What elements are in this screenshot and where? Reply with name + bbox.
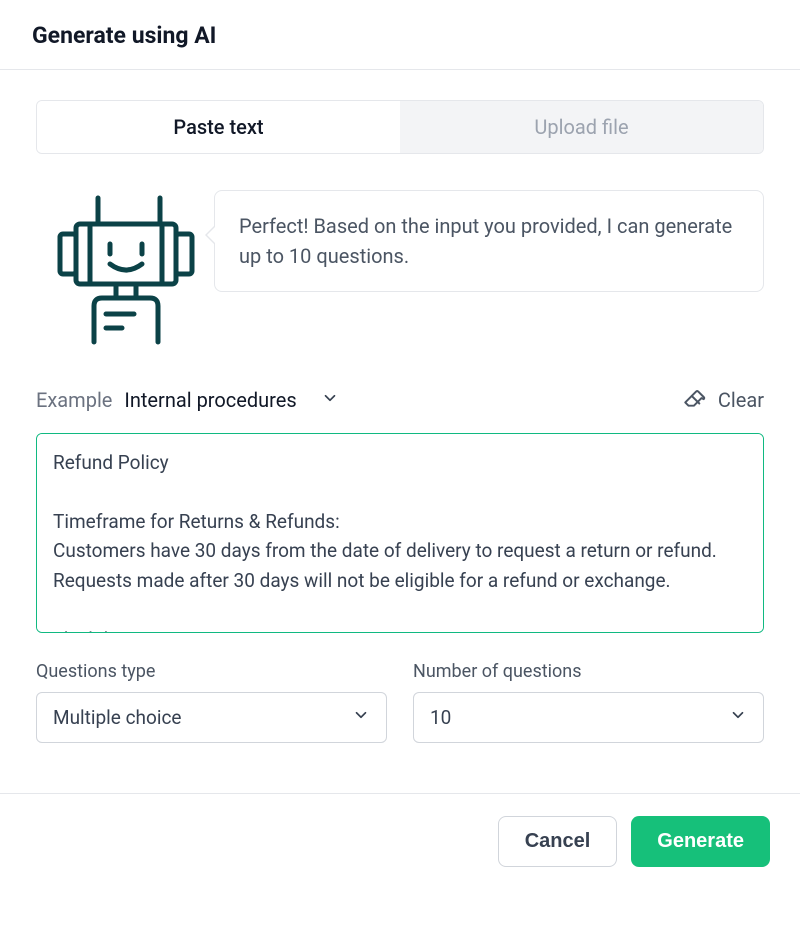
dialog-content: Paste text Upload file	[0, 70, 800, 753]
tab-label: Paste text	[173, 115, 263, 139]
input-mode-tabs: Paste text Upload file	[36, 100, 764, 154]
page-title: Generate using AI	[32, 22, 768, 49]
tab-paste-text[interactable]: Paste text	[37, 101, 400, 153]
example-dropdown[interactable]: Internal procedures	[124, 388, 338, 412]
cancel-label: Cancel	[525, 830, 591, 852]
dialog-footer: Cancel Generate	[0, 793, 800, 889]
dialog-header: Generate using AI	[0, 0, 800, 70]
tab-label: Upload file	[534, 115, 628, 139]
questions-type-select[interactable]: Multiple choice	[36, 692, 387, 743]
number-of-questions-field: Number of questions 10	[413, 661, 764, 743]
number-of-questions-label: Number of questions	[413, 661, 764, 682]
questions-type-label: Questions type	[36, 661, 387, 682]
example-selected-value: Internal procedures	[124, 388, 296, 412]
controls-row: Example Internal procedures Clear	[36, 384, 764, 415]
example-label: Example	[36, 388, 112, 412]
assistant-message-row: Perfect! Based on the input you provided…	[36, 190, 764, 354]
cancel-button[interactable]: Cancel	[498, 816, 618, 867]
questions-type-field: Questions type Multiple choice	[36, 661, 387, 743]
generate-label: Generate	[657, 830, 744, 852]
options-row: Questions type Multiple choice Number of…	[36, 661, 764, 743]
clear-button[interactable]: Clear	[682, 384, 764, 415]
chevron-down-icon	[321, 388, 339, 412]
clear-label: Clear	[718, 388, 764, 412]
number-of-questions-value: 10	[430, 706, 451, 729]
assistant-message-text: Perfect! Based on the input you provided…	[239, 214, 732, 268]
tab-upload-file[interactable]: Upload file	[400, 101, 763, 153]
assistant-speech-bubble: Perfect! Based on the input you provided…	[214, 190, 764, 292]
robot-icon	[36, 190, 196, 354]
chevron-down-icon	[352, 706, 370, 729]
chevron-down-icon	[729, 706, 747, 729]
generate-button[interactable]: Generate	[631, 816, 770, 867]
questions-type-value: Multiple choice	[53, 706, 181, 729]
eraser-icon	[682, 384, 708, 415]
text-input-wrap	[36, 433, 764, 637]
example-group: Example Internal procedures	[36, 388, 339, 412]
source-text-input[interactable]	[36, 433, 764, 633]
number-of-questions-select[interactable]: 10	[413, 692, 764, 743]
